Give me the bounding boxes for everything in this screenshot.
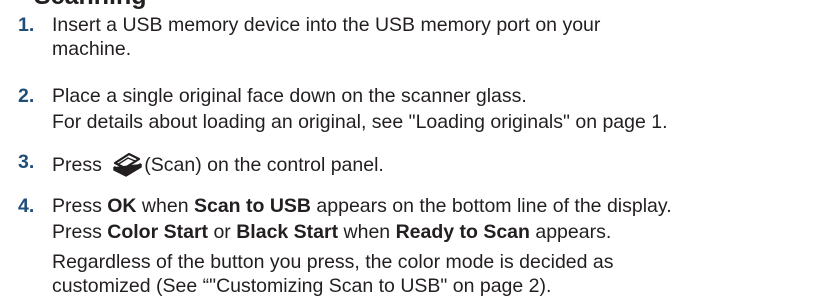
step-line: Insert a USB memory device into the USB … — [52, 14, 601, 36]
step-text: Press (Scan) on the control panel. — [52, 150, 832, 178]
step-number: 2. — [18, 85, 35, 107]
step-line: Press OK when Scan to USB appears on the… — [52, 194, 832, 218]
black-start-label: Black Start — [236, 221, 339, 243]
detail-line: Press Color Start or Black Start when Re… — [52, 220, 832, 244]
text-segment: when — [338, 221, 396, 243]
step-4-note: Regardless of the button you press, the … — [52, 250, 832, 298]
text-segment: Press — [52, 195, 108, 217]
step-text: Place a single original face down on the… — [52, 84, 832, 108]
step-text: Press OK when Scan to USB appears on the… — [52, 194, 832, 218]
note-line: customized (See “"Customizing Scan to US… — [52, 275, 552, 297]
text-segment: (Scan) on the control panel. — [144, 154, 384, 176]
text-segment: Press — [52, 154, 108, 176]
text-segment: Press — [52, 221, 108, 243]
step-text: Insert a USB memory device into the USB … — [52, 13, 832, 61]
text-segment: or — [208, 221, 237, 243]
step-number: 3. — [18, 151, 35, 173]
text-segment: appears. — [529, 221, 612, 243]
note-line: Regardless of the button you press, the … — [52, 251, 614, 273]
step-line: Place a single original face down on the… — [52, 85, 527, 107]
text-segment: appears on the bottom line of the displa… — [311, 195, 672, 217]
step-line: machine. — [52, 38, 132, 60]
step-number: 4. — [18, 195, 35, 217]
ready-to-scan-label: Ready to Scan — [395, 221, 530, 243]
ok-button-label: OK — [107, 195, 137, 217]
step-number: 1. — [18, 14, 35, 36]
section-heading: Scanning — [34, 0, 147, 11]
scan-icon — [111, 150, 143, 178]
heading-clip: Scanning — [0, 0, 835, 13]
step-2-note: For details about loading an original, s… — [52, 110, 832, 134]
step-4-detail: Press Color Start or Black Start when Re… — [52, 220, 832, 244]
color-start-label: Color Start — [107, 221, 209, 243]
text-segment: when — [136, 195, 194, 217]
note-line: For details about loading an original, s… — [52, 111, 668, 133]
scan-to-usb-label: Scan to USB — [193, 195, 311, 217]
step-line: Press (Scan) on the control panel. — [52, 150, 832, 178]
